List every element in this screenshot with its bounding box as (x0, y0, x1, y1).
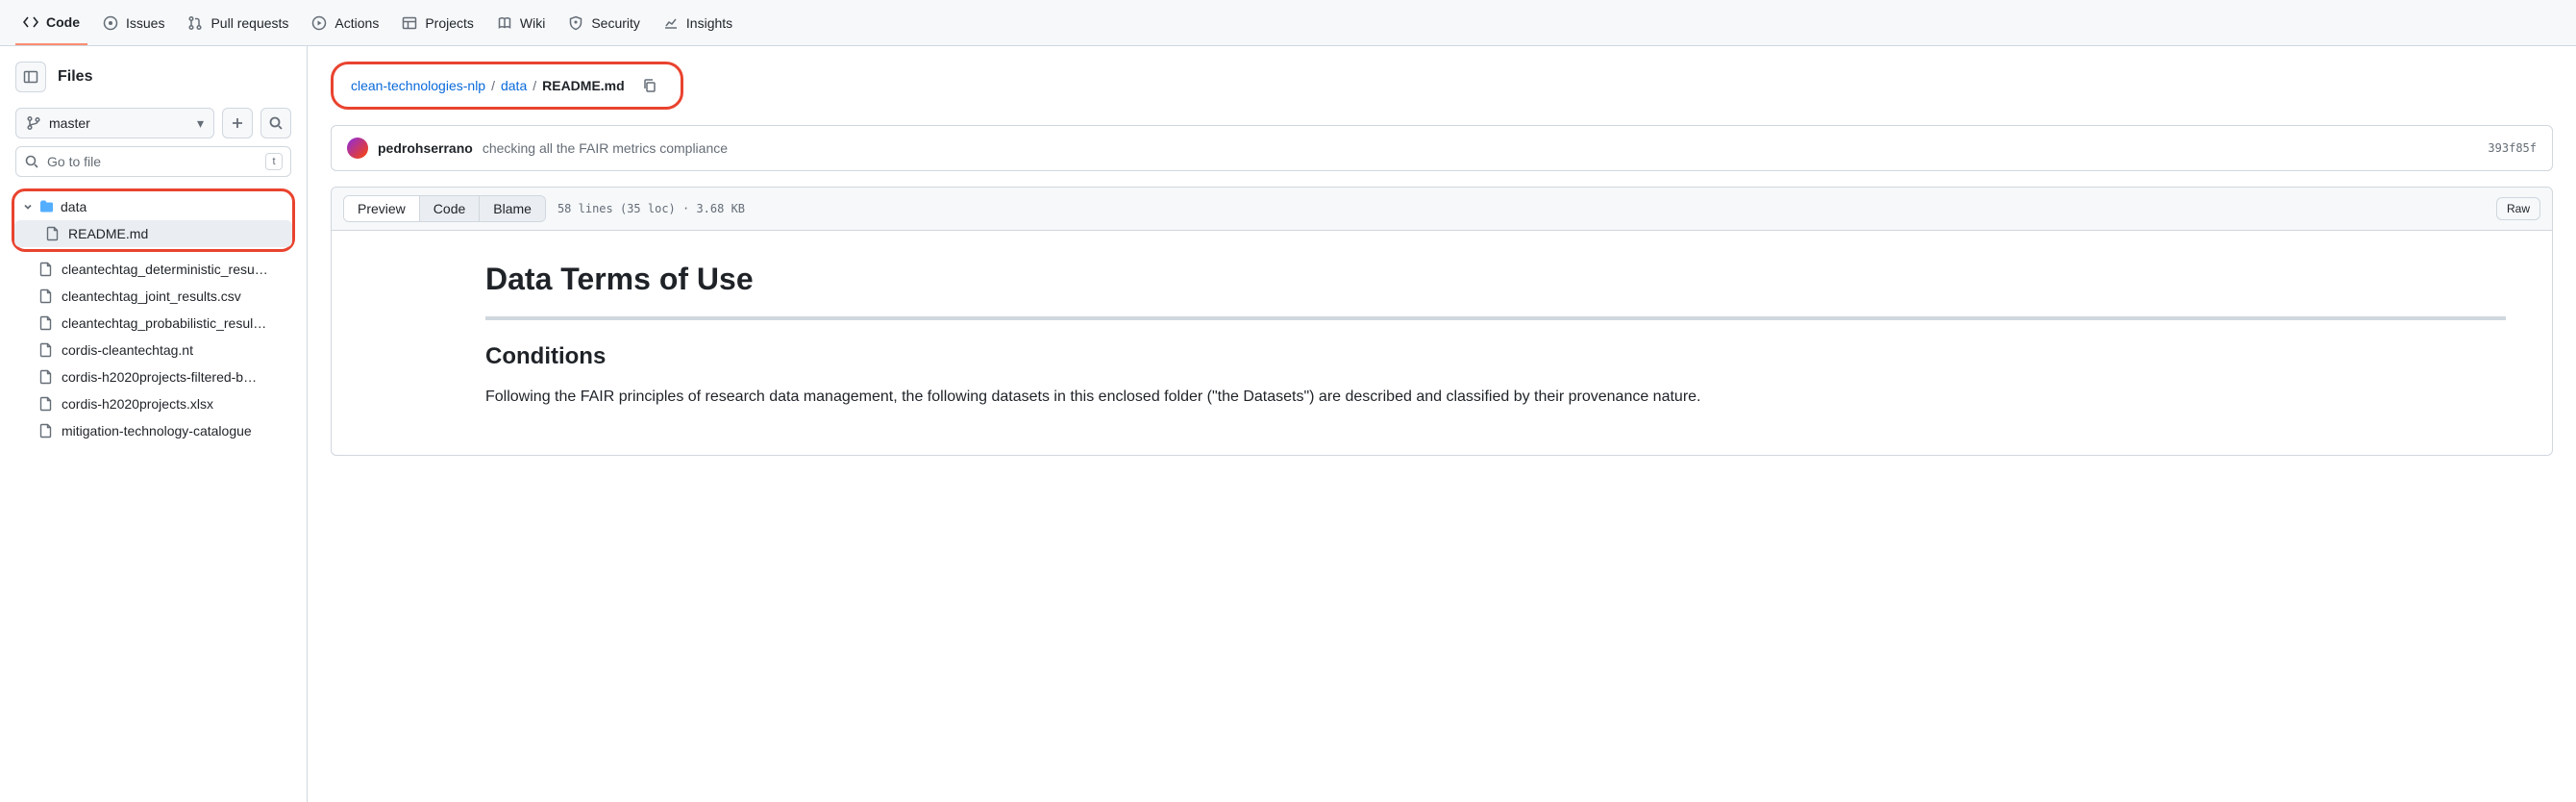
file-icon (38, 288, 54, 304)
tree-file[interactable]: cleantechtag_deterministic_resu… (8, 256, 299, 283)
branch-icon (26, 115, 41, 131)
file-icon (38, 342, 54, 358)
search-button[interactable] (260, 108, 291, 138)
play-icon (311, 15, 327, 31)
tab-label: Actions (334, 15, 379, 31)
main-content: clean-technologies-nlp / data / README.m… (308, 46, 2576, 802)
folder-label: data (61, 199, 87, 214)
add-file-button[interactable] (222, 108, 253, 138)
code-tab[interactable]: Code (419, 196, 479, 221)
readme-h2: Conditions (485, 343, 2506, 370)
readme-h1: Data Terms of Use (485, 262, 2506, 297)
chevron-down-icon (22, 201, 34, 213)
breadcrumb-folder[interactable]: data (501, 78, 527, 93)
file-label: mitigation-technology-catalogue (62, 423, 252, 439)
file-label: cordis-h2020projects.xlsx (62, 396, 213, 412)
file-sidebar: Files master ▾ Go to file t (0, 46, 308, 802)
branch-name: master (49, 115, 90, 131)
raw-button[interactable]: Raw (2496, 197, 2540, 220)
commit-message[interactable]: checking all the FAIR metrics compliance (483, 140, 728, 156)
panel-icon (23, 69, 38, 85)
tree-file[interactable]: cordis-cleantechtag.nt (8, 337, 299, 363)
tab-label: Insights (686, 15, 732, 31)
tab-issues[interactable]: Issues (95, 0, 172, 45)
file-toolbar: Preview Code Blame 58 lines (35 loc) · 3… (332, 188, 2552, 231)
code-icon (23, 14, 38, 30)
tab-label: Pull requests (211, 15, 288, 31)
tree-file[interactable]: cleantechtag_joint_results.csv (8, 283, 299, 310)
tab-label: Wiki (520, 15, 545, 31)
file-label: cleantechtag_deterministic_resu… (62, 262, 268, 277)
file-icon (38, 423, 54, 439)
file-label: cleantechtag_joint_results.csv (62, 288, 241, 304)
file-icon (38, 262, 54, 277)
tab-label: Security (591, 15, 640, 31)
search-icon (24, 154, 39, 169)
issue-icon (103, 15, 118, 31)
tree-file[interactable]: mitigation-technology-catalogue (8, 417, 299, 444)
latest-commit[interactable]: pedrohserrano checking all the FAIR metr… (331, 125, 2553, 171)
file-icon (38, 315, 54, 331)
file-icon (45, 226, 61, 241)
tree-file[interactable]: cordis-h2020projects-filtered-b… (8, 363, 299, 390)
highlight-annotation: data README.md (12, 188, 295, 252)
caret-down-icon: ▾ (197, 115, 204, 132)
breadcrumb-highlight: clean-technologies-nlp / data / README.m… (331, 62, 683, 110)
breadcrumb-sep: / (491, 78, 495, 93)
plus-icon (230, 115, 245, 131)
tree-file[interactable]: README.md (14, 220, 292, 247)
file-icon (38, 396, 54, 412)
tree-file[interactable]: cordis-h2020projects.xlsx (8, 390, 299, 417)
tab-projects[interactable]: Projects (394, 0, 482, 45)
tab-security[interactable]: Security (560, 0, 648, 45)
folder-icon (39, 199, 55, 214)
breadcrumb-repo[interactable]: clean-technologies-nlp (351, 78, 485, 93)
file-view: Preview Code Blame 58 lines (35 loc) · 3… (331, 187, 2553, 456)
table-icon (402, 15, 417, 31)
pr-icon (187, 15, 203, 31)
readme-paragraph: Following the FAIR principles of researc… (485, 386, 2506, 409)
file-label: cordis-cleantechtag.nt (62, 342, 193, 358)
search-placeholder: Go to file (47, 154, 101, 169)
shield-icon (568, 15, 583, 31)
tab-label: Code (46, 14, 80, 30)
file-label: cleantechtag_probabilistic_resul… (62, 315, 266, 331)
graph-icon (663, 15, 679, 31)
branch-select[interactable]: master ▾ (15, 108, 214, 138)
repo-nav: Code Issues Pull requests Actions Projec… (0, 0, 2576, 46)
commit-author[interactable]: pedrohserrano (378, 140, 473, 156)
file-label: cordis-h2020projects-filtered-b… (62, 369, 257, 385)
divider (485, 316, 2506, 320)
file-label: README.md (68, 226, 148, 241)
tree-file[interactable]: cleantechtag_probabilistic_resul… (8, 310, 299, 337)
file-tree: data README.md cleantechtag_deterministi… (0, 185, 307, 802)
tab-actions[interactable]: Actions (304, 0, 386, 45)
tab-code[interactable]: Code (15, 0, 87, 45)
avatar (347, 138, 368, 159)
tab-label: Issues (126, 15, 164, 31)
tab-label: Projects (425, 15, 474, 31)
file-search-input[interactable]: Go to file t (15, 146, 291, 177)
book-icon (497, 15, 512, 31)
file-meta: 58 lines (35 loc) · 3.68 KB (557, 202, 745, 215)
file-icon (38, 369, 54, 385)
blame-tab[interactable]: Blame (479, 196, 545, 221)
sidebar-title: Files (58, 68, 92, 86)
view-toggle: Preview Code Blame (343, 195, 546, 222)
commit-sha[interactable]: 393f85f (2488, 141, 2537, 155)
tab-pull-requests[interactable]: Pull requests (180, 0, 296, 45)
copy-icon (642, 78, 657, 93)
tab-wiki[interactable]: Wiki (489, 0, 553, 45)
tree-folder-data[interactable]: data (14, 193, 292, 220)
breadcrumb-sep: / (533, 78, 536, 93)
breadcrumb-file: README.md (542, 78, 625, 93)
kbd-hint: t (265, 153, 283, 170)
readme-content: Data Terms of Use Conditions Following t… (332, 231, 2552, 455)
copy-path-button[interactable] (636, 72, 663, 99)
toggle-sidebar-button[interactable] (15, 62, 46, 92)
preview-tab[interactable]: Preview (344, 196, 419, 221)
search-icon (268, 115, 284, 131)
tab-insights[interactable]: Insights (656, 0, 740, 45)
